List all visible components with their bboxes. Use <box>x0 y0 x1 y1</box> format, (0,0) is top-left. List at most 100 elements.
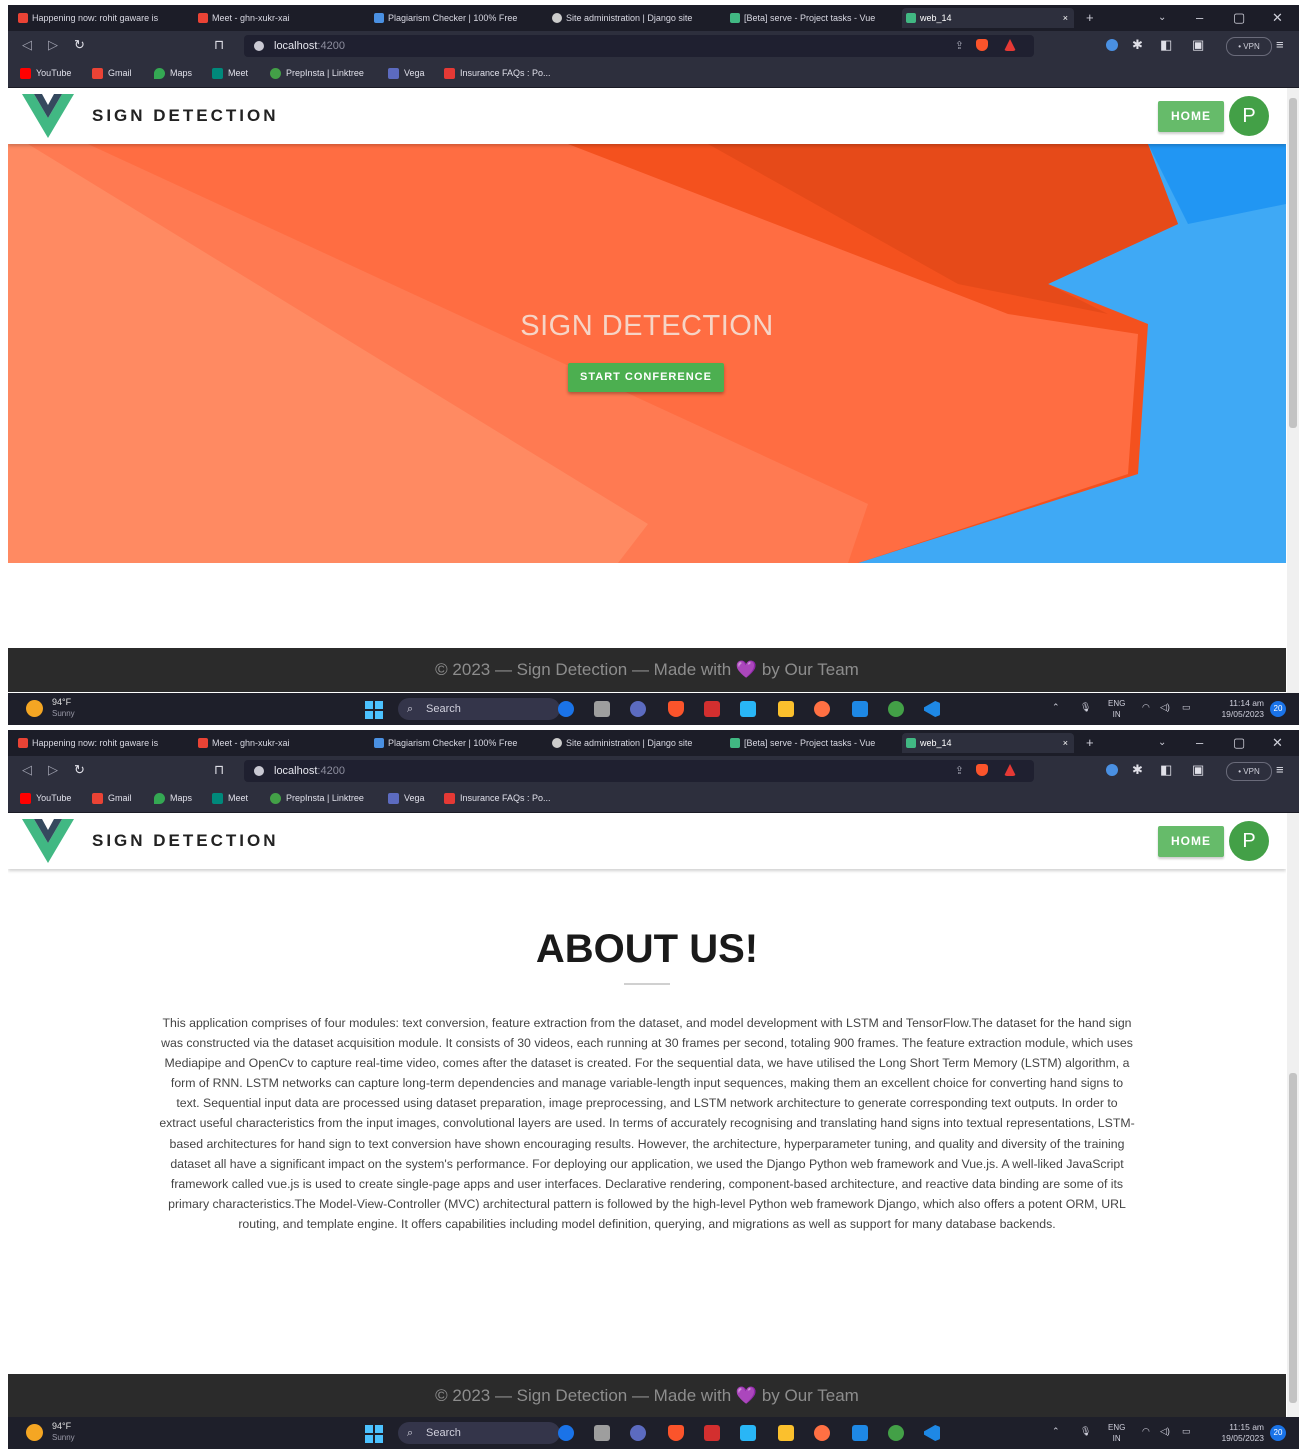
forward-icon[interactable]: ▷ <box>48 762 58 778</box>
firefox-icon[interactable] <box>814 701 830 717</box>
new-tab-icon[interactable]: + <box>1086 8 1094 28</box>
tab-search-icon[interactable]: ⌄ <box>1158 8 1166 28</box>
word-icon[interactable] <box>852 701 868 717</box>
wifi-icon[interactable]: ◠ <box>1142 1426 1150 1437</box>
bookmark-youtube[interactable]: YouTube <box>20 793 71 804</box>
clock[interactable]: 11:15 am 19/05/2023 <box>1208 1422 1264 1444</box>
teams-icon[interactable] <box>630 1425 646 1441</box>
tray-chevron-icon[interactable]: ⌃ <box>1052 702 1060 713</box>
brave-shield-icon[interactable] <box>976 764 988 776</box>
acrobat-icon[interactable] <box>704 701 720 717</box>
language-indicator[interactable]: ENG IN <box>1108 1422 1125 1444</box>
scrollbar-thumb[interactable] <box>1289 1073 1297 1403</box>
tab-vue-serve[interactable]: [Beta] serve - Project tasks - Vue <box>726 8 898 28</box>
site-info-icon[interactable] <box>254 766 264 776</box>
bookmark-gmail[interactable]: Gmail <box>92 68 132 79</box>
reload-icon[interactable]: ↻ <box>74 762 85 778</box>
notification-badge[interactable]: 20 <box>1270 701 1286 717</box>
tab-web14[interactable]: web_14 × <box>902 733 1074 753</box>
tab-web14[interactable]: web_14 × <box>902 8 1074 28</box>
close-window-icon[interactable]: ✕ <box>1272 8 1283 28</box>
url-input[interactable]: localhost:4200 ⇪ <box>244 760 1034 782</box>
avatar[interactable]: P <box>1229 96 1269 136</box>
share-icon[interactable]: ⇪ <box>955 760 964 782</box>
word-icon[interactable] <box>852 1425 868 1441</box>
bookmark-gmail[interactable]: Gmail <box>92 793 132 804</box>
tab-plagiarism[interactable]: Plagiarism Checker | 100% Free <box>370 733 542 753</box>
task-view-icon[interactable] <box>594 701 610 717</box>
bookmark-insurance[interactable]: Insurance FAQs : Po... <box>444 68 551 79</box>
bookmark-meet[interactable]: Meet <box>212 68 248 79</box>
notification-badge[interactable]: 20 <box>1270 1425 1286 1441</box>
wallet-icon[interactable]: ▣ <box>1192 37 1204 53</box>
task-view-icon[interactable] <box>594 1425 610 1441</box>
maximize-icon[interactable]: ▢ <box>1233 8 1245 28</box>
brave-icon[interactable] <box>668 1425 684 1441</box>
url-input[interactable]: localhost:4200 ⇪ <box>244 35 1034 57</box>
clock[interactable]: 11:14 am 19/05/2023 <box>1208 698 1264 720</box>
scrollbar[interactable] <box>1287 88 1299 693</box>
vpn-button[interactable]: • VPN <box>1226 762 1272 781</box>
l-app-icon[interactable] <box>740 1425 756 1441</box>
wifi-icon[interactable]: ◠ <box>1142 702 1150 713</box>
tab-django[interactable]: Site administration | Django site <box>548 733 720 753</box>
minimize-icon[interactable]: – <box>1196 733 1203 753</box>
bookmark-meet[interactable]: Meet <box>212 793 248 804</box>
acrobat-icon[interactable] <box>704 1425 720 1441</box>
l-app-icon[interactable] <box>740 701 756 717</box>
extension-icon[interactable] <box>1106 764 1118 776</box>
bookmark-maps[interactable]: Maps <box>154 68 192 79</box>
microphone-icon[interactable]: 🎙 <box>1080 702 1091 713</box>
close-window-icon[interactable]: ✕ <box>1272 733 1283 753</box>
file-explorer-icon[interactable] <box>778 701 794 717</box>
minimize-icon[interactable]: – <box>1196 8 1203 28</box>
sidebar-icon[interactable]: ◧ <box>1160 762 1172 778</box>
extensions-icon[interactable]: ✱ <box>1132 37 1143 53</box>
tray-chevron-icon[interactable]: ⌃ <box>1052 1426 1060 1437</box>
start-conference-button[interactable]: START CONFERENCE <box>568 363 724 392</box>
tab-meet[interactable]: Meet - ghn-xukr-xai <box>194 8 364 28</box>
menu-icon[interactable]: ≡ <box>1276 37 1284 52</box>
windows-start-icon[interactable] <box>365 701 383 719</box>
back-icon[interactable]: ◁ <box>22 37 32 53</box>
home-button[interactable]: HOME <box>1158 101 1224 132</box>
back-icon[interactable]: ◁ <box>22 762 32 778</box>
avatar[interactable]: P <box>1229 821 1269 861</box>
tab-search-icon[interactable]: ⌄ <box>1158 733 1166 753</box>
weather-icon[interactable] <box>26 700 43 717</box>
volume-icon[interactable]: ◁) <box>1160 702 1170 713</box>
bookmark-icon[interactable]: ⊓ <box>214 37 224 53</box>
tab-django[interactable]: Site administration | Django site <box>548 8 720 28</box>
extensions-icon[interactable]: ✱ <box>1132 762 1143 778</box>
tab-plagiarism[interactable]: Plagiarism Checker | 100% Free <box>370 8 542 28</box>
scrollbar[interactable] <box>1287 813 1299 1417</box>
extension-icon[interactable] <box>1106 39 1118 51</box>
sidebar-icon[interactable]: ◧ <box>1160 37 1172 53</box>
tab-vue-serve[interactable]: [Beta] serve - Project tasks - Vue <box>726 733 898 753</box>
home-button[interactable]: HOME <box>1158 826 1224 857</box>
bing-icon[interactable] <box>558 1425 574 1441</box>
bookmark-vega[interactable]: Vega <box>388 68 425 79</box>
brave-icon[interactable] <box>668 701 684 717</box>
bookmark-icon[interactable]: ⊓ <box>214 762 224 778</box>
close-tab-icon[interactable]: × <box>1063 8 1068 28</box>
whatsapp-icon[interactable] <box>888 701 904 717</box>
windows-start-icon[interactable] <box>365 1425 383 1443</box>
bookmark-prepinsta[interactable]: PrepInsta | Linktree <box>270 793 364 804</box>
firefox-icon[interactable] <box>814 1425 830 1441</box>
scrollbar-thumb[interactable] <box>1289 98 1297 428</box>
whatsapp-icon[interactable] <box>888 1425 904 1441</box>
bing-icon[interactable] <box>558 701 574 717</box>
vscode-icon[interactable] <box>924 701 940 717</box>
taskbar-search[interactable]: ⌕ Search <box>398 698 560 720</box>
teams-icon[interactable] <box>630 701 646 717</box>
bookmark-vega[interactable]: Vega <box>388 793 425 804</box>
tab-gmail[interactable]: Happening now: rohit gaware is <box>14 8 186 28</box>
reload-icon[interactable]: ↻ <box>74 37 85 53</box>
brave-shield-icon[interactable] <box>976 39 988 51</box>
menu-icon[interactable]: ≡ <box>1276 762 1284 777</box>
bookmark-youtube[interactable]: YouTube <box>20 68 71 79</box>
new-tab-icon[interactable]: + <box>1086 733 1094 753</box>
wallet-icon[interactable]: ▣ <box>1192 762 1204 778</box>
tab-meet[interactable]: Meet - ghn-xukr-xai <box>194 733 364 753</box>
